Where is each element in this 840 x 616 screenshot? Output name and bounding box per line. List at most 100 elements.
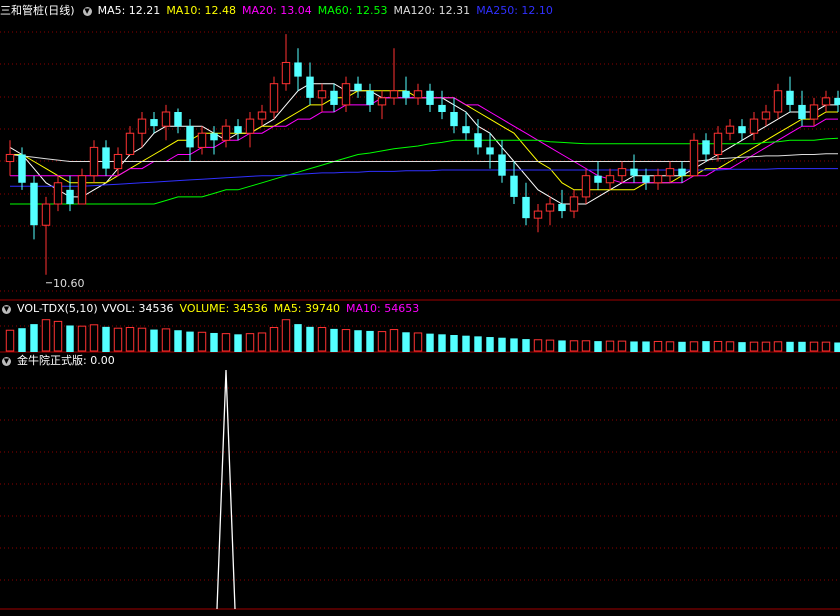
volume-bar [581, 340, 591, 352]
candle-body-down [486, 147, 494, 155]
candle-body-up [245, 118, 255, 134]
candle-body-up [569, 196, 579, 212]
volume-bar [834, 342, 840, 352]
volume-bar [18, 328, 26, 352]
volume-bar [174, 330, 182, 352]
volume-bar [89, 324, 99, 352]
volume-bar [30, 324, 38, 352]
indicator-spike [216, 369, 236, 610]
candle-body-down [474, 133, 482, 148]
candle-body-down [426, 90, 434, 105]
volume-bar [510, 338, 518, 352]
candle-body-up [605, 175, 615, 184]
candle-body-down [30, 182, 38, 226]
candle-body-up [197, 132, 207, 148]
candle-body-up [161, 111, 171, 127]
candle-body-down [702, 140, 710, 155]
candle-body-up [5, 153, 15, 163]
volume-bar [426, 333, 434, 352]
volume-bar [678, 341, 686, 352]
volume-bar [234, 334, 242, 352]
candle-body-up [41, 203, 51, 226]
volume-bar [569, 340, 579, 352]
candle-body-down [306, 76, 314, 98]
volume-bar [306, 326, 314, 352]
volume-bar [713, 340, 723, 352]
volume-bar [377, 331, 387, 352]
volume-bar [533, 339, 543, 352]
candle-body-up [377, 97, 387, 106]
candle-body-up [713, 132, 723, 155]
volume-bar [809, 341, 819, 352]
volume-bar [150, 329, 158, 352]
candle-body-down [738, 126, 746, 134]
candle-body-down [678, 168, 686, 176]
volume-bar [653, 340, 663, 352]
volume-bar [545, 339, 555, 352]
candle-body-up [77, 175, 87, 205]
candle-body-down [630, 168, 638, 176]
volume-bar [438, 334, 446, 352]
candle-body-down [210, 133, 218, 141]
candle-body-down [234, 126, 242, 134]
candle-body-up [341, 83, 351, 106]
candle-body-up [89, 146, 99, 177]
candle-body-up [617, 168, 627, 177]
volume-bar [125, 327, 135, 352]
volume-bar [221, 333, 231, 352]
candle-body-up [113, 153, 123, 170]
candle-body-up [773, 90, 783, 113]
volume-bar [474, 336, 482, 352]
volume-bar [161, 328, 171, 352]
candle-body-down [786, 90, 794, 105]
candle-body-down [594, 175, 602, 183]
volume-bar [665, 341, 675, 352]
volume-bar [522, 339, 530, 352]
volume-bar [317, 327, 327, 352]
candle-body-up [653, 175, 663, 184]
low-price-label: 10.60 [53, 277, 85, 290]
candle-body-down [186, 126, 194, 148]
candle-body-down [558, 204, 566, 212]
candle-body-down [174, 112, 182, 127]
stock-chart[interactable]: 10.60 [0, 0, 840, 616]
volume-bar [689, 341, 699, 352]
volume-bar [702, 341, 710, 352]
candle-body-up [221, 125, 231, 141]
candle-body-down [510, 175, 518, 197]
candle-body-down [462, 126, 470, 134]
volume-bar [402, 332, 410, 352]
candle-body-up [257, 111, 267, 120]
volume-bar [341, 329, 351, 352]
candle-body-up [389, 90, 399, 99]
volume-bar [269, 327, 279, 352]
volume-bar [281, 319, 291, 352]
candle-body-up [281, 61, 291, 85]
volume-bar [498, 337, 506, 352]
volume-bar [257, 332, 267, 352]
candle-body-down [330, 90, 338, 105]
candle-body-up [269, 83, 279, 113]
volume-bar [462, 335, 470, 352]
volume-bar [617, 340, 627, 352]
candle-body-up [125, 132, 135, 155]
volume-bar [210, 332, 218, 352]
candle-body-up [413, 90, 423, 99]
candle-body-up [545, 203, 555, 212]
candle-body-down [66, 189, 74, 204]
volume-bar [486, 337, 494, 352]
volume-bar [786, 341, 794, 352]
candle-body-down [102, 147, 110, 169]
candle-body-up [533, 210, 543, 219]
volume-bar [294, 324, 302, 352]
candle-body-up [581, 175, 591, 198]
volume-bar [5, 329, 15, 352]
candle-body-down [150, 119, 158, 127]
candle-body-down [522, 196, 530, 219]
candle-body-up [749, 118, 759, 134]
volume-bar [450, 335, 458, 352]
volume-bar [725, 341, 735, 352]
candle-body-down [402, 90, 410, 98]
candle-body-down [438, 104, 446, 112]
candle-body-up [317, 90, 327, 99]
